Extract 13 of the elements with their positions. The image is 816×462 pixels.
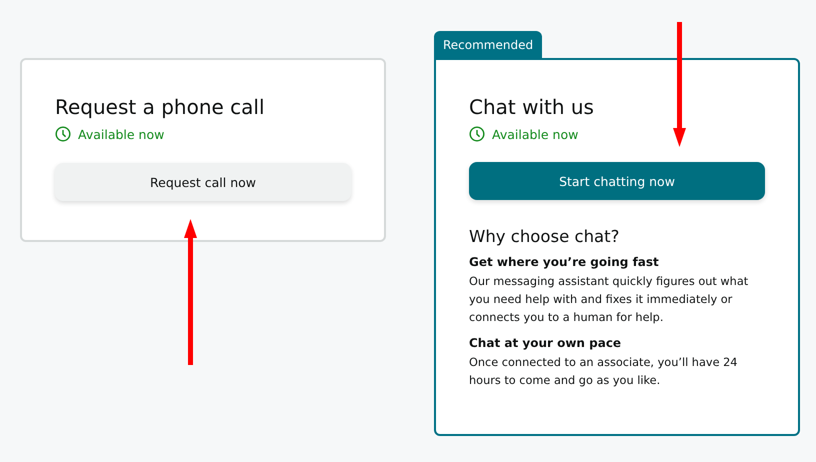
section-heading: Why choose chat?	[469, 227, 620, 246]
reason-text: Once connected to an associate, you’ll have 24 hours to come and go as you like.	[469, 355, 738, 389]
reason-heading: Chat at your own pace	[469, 336, 622, 350]
card-title: Chat with us	[469, 94, 595, 120]
availability-status: Available now	[492, 126, 578, 142]
clock-icon	[55, 126, 71, 142]
availability-status: Available now	[78, 126, 164, 142]
card-title: Request a phone call	[55, 94, 266, 120]
start-chat-button[interactable]: Start chatting now	[469, 162, 765, 200]
request-call-button[interactable]: Request call now	[55, 163, 351, 201]
reason-heading: Get where you’re going fast	[469, 255, 660, 269]
reason-text: Our messaging assistant quickly figures out what you need help with and fixes it immediately or connects you to a human for help.	[469, 274, 750, 326]
clock-icon	[469, 126, 485, 142]
